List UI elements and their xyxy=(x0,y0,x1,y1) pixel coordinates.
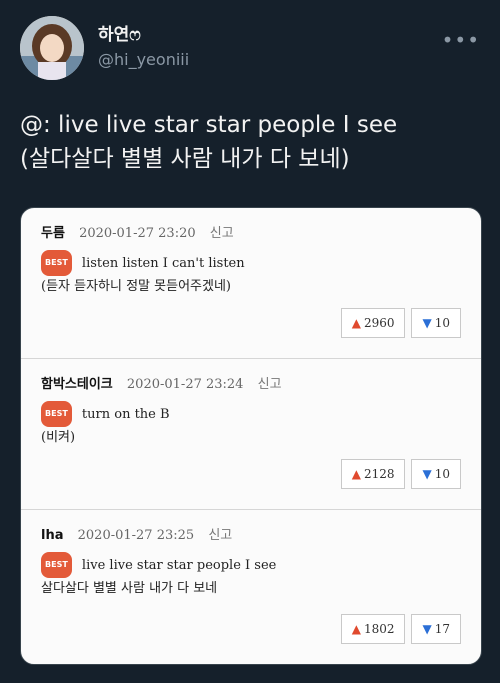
thumbs-up-icon: ▲ xyxy=(351,316,361,330)
thumbs-down-icon: ▼ xyxy=(422,622,432,636)
comment-text: live live star star people I see xyxy=(81,558,277,573)
comment-author: 두름 xyxy=(41,226,65,241)
comment-item: lha 2020-01-27 23:25 신고 BEST live live s… xyxy=(21,510,481,664)
attached-image[interactable]: 두름 2020-01-27 23:20 신고 BEST listen liste… xyxy=(20,207,482,665)
user-handle[interactable]: @hi_yeoniii xyxy=(98,49,189,71)
thumbs-down-icon: ▼ xyxy=(422,467,432,481)
tweet-text: @: live live star star people I see (살다살… xyxy=(20,108,480,176)
comment-translation: 살다살다 별별 사람 내가 다 보네 xyxy=(41,581,218,596)
like-button[interactable]: ▲ 2128 xyxy=(340,459,406,489)
thumbs-down-icon: ▼ xyxy=(422,316,432,330)
comment-date: 2020-01-27 23:20 xyxy=(79,226,196,241)
like-button[interactable]: ▲ 1802 xyxy=(340,614,406,644)
like-count: 1802 xyxy=(363,622,395,636)
report-link[interactable]: 신고 xyxy=(208,528,232,543)
comment-translation: (듣자 듣자하니 정말 못듣어주겠네) xyxy=(41,279,231,294)
avatar[interactable] xyxy=(20,16,84,80)
report-link[interactable]: 신고 xyxy=(210,226,234,241)
comment-item: 함박스테이크 2020-01-27 23:24 신고 BEST turn on … xyxy=(21,359,481,510)
thumbs-up-icon: ▲ xyxy=(351,467,361,481)
dislike-button[interactable]: ▼ 17 xyxy=(411,614,461,644)
comment-item: 두름 2020-01-27 23:20 신고 BEST listen liste… xyxy=(21,208,481,359)
tweet-text-line: (살다살다 별별 사람 내가 다 보네) xyxy=(20,146,350,172)
best-badge: BEST xyxy=(41,552,72,578)
tweet-text-line: @: live live star star people I see xyxy=(20,112,398,138)
display-name[interactable]: 하연ෆ xyxy=(98,24,189,46)
dislike-button[interactable]: ▼ 10 xyxy=(411,308,461,338)
best-badge: BEST xyxy=(41,401,72,427)
dislike-count: 17 xyxy=(434,622,450,636)
comment-date: 2020-01-27 23:25 xyxy=(77,528,195,543)
comment-author: lha xyxy=(41,528,64,543)
tweet-header: 하연ෆ @hi_yeoniii ••• xyxy=(20,16,480,80)
like-button[interactable]: ▲ 2960 xyxy=(340,308,406,338)
like-count: 2128 xyxy=(363,467,395,481)
comment-date: 2020-01-27 23:24 xyxy=(126,377,244,392)
like-count: 2960 xyxy=(363,316,395,330)
best-badge: BEST xyxy=(41,250,72,276)
dislike-count: 10 xyxy=(434,316,450,330)
comment-text: listen listen I can't listen xyxy=(81,256,245,271)
thumbs-up-icon: ▲ xyxy=(351,622,361,636)
comment-translation: (비켜) xyxy=(41,430,76,445)
dislike-count: 10 xyxy=(434,467,450,481)
more-icon[interactable]: ••• xyxy=(442,28,480,52)
comment-author: 함박스테이크 xyxy=(41,377,113,392)
comment-text: turn on the B xyxy=(81,407,170,422)
dislike-button[interactable]: ▼ 10 xyxy=(411,459,461,489)
tweet: 하연ෆ @hi_yeoniii ••• @: live live star st… xyxy=(0,0,500,683)
report-link[interactable]: 신고 xyxy=(258,377,282,392)
